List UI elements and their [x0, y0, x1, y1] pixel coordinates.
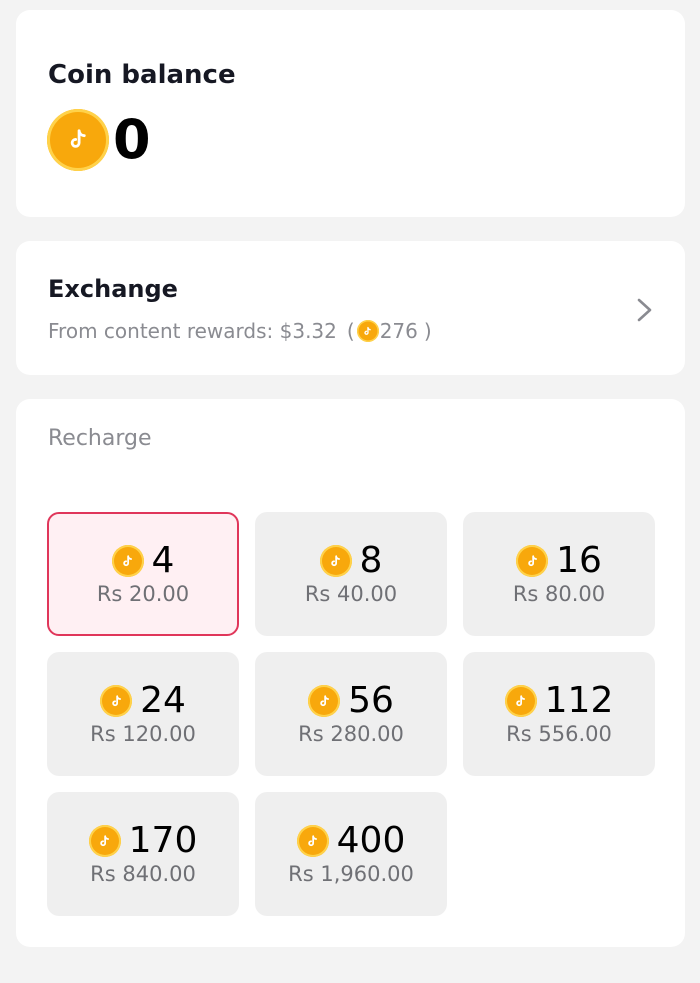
- package-coin-row: 24: [100, 680, 186, 722]
- recharge-package[interactable]: 112 Rs 556.00: [463, 652, 655, 776]
- package-price: Rs 280.00: [298, 722, 404, 747]
- package-coin-row: 56: [308, 680, 394, 722]
- package-price: Rs 1,960.00: [288, 862, 414, 887]
- coin-icon: [47, 109, 109, 171]
- coin-icon: [308, 685, 341, 718]
- package-coin-row: 112: [504, 680, 614, 722]
- package-coin-row: 170: [88, 820, 198, 862]
- exchange-coin-amount: 276: [379, 319, 418, 343]
- package-coin-amount: 8: [359, 540, 383, 582]
- coin-icon: [88, 825, 121, 858]
- package-coin-amount: 112: [544, 680, 614, 722]
- package-coin-amount: 24: [140, 680, 186, 722]
- package-price: Rs 40.00: [304, 582, 398, 607]
- package-coin-amount: 400: [336, 820, 406, 862]
- recharge-package[interactable]: 56 Rs 280.00: [255, 652, 447, 776]
- recharge-packages-grid: 4 Rs 20.00 8 Rs 40.00 16 Rs 80.00 24 Rs …: [47, 512, 655, 916]
- package-coin-amount: 4: [151, 540, 175, 582]
- coin-balance-row: 0: [47, 107, 151, 173]
- coin-icon: [504, 685, 537, 718]
- recharge-package[interactable]: 4 Rs 20.00: [47, 512, 239, 636]
- recharge-package[interactable]: 400 Rs 1,960.00: [255, 792, 447, 916]
- exchange-card[interactable]: Exchange From content rewards: $3.32 ( 2…: [16, 241, 685, 375]
- recharge-package[interactable]: 8 Rs 40.00: [255, 512, 447, 636]
- recharge-title: Recharge: [48, 426, 152, 451]
- exchange-rewards-text: From content rewards: $3.32: [48, 319, 337, 343]
- coin-balance-value: 0: [113, 108, 151, 171]
- coin-icon: [100, 685, 133, 718]
- package-coin-amount: 170: [128, 820, 198, 862]
- package-price: Rs 120.00: [90, 722, 196, 747]
- package-coin-row: 4: [111, 540, 175, 582]
- package-price: Rs 556.00: [506, 722, 612, 747]
- coin-icon: [516, 545, 549, 578]
- coin-icon: [319, 545, 352, 578]
- recharge-package[interactable]: 16 Rs 80.00: [463, 512, 655, 636]
- open-paren: (: [346, 319, 355, 343]
- coin-balance-title: Coin balance: [48, 60, 236, 90]
- package-coin-row: 16: [516, 540, 602, 582]
- package-price: Rs 20.00: [96, 582, 190, 607]
- coin-balance-card: Coin balance 0: [16, 10, 685, 217]
- chevron-right-icon[interactable]: [635, 296, 655, 324]
- package-price: Rs 840.00: [90, 862, 196, 887]
- recharge-package[interactable]: 24 Rs 120.00: [47, 652, 239, 776]
- recharge-package[interactable]: 170 Rs 840.00: [47, 792, 239, 916]
- package-coin-row: 400: [296, 820, 406, 862]
- recharge-card: Recharge 4 Rs 20.00 8 Rs 40.00 16 Rs 80.…: [16, 399, 685, 947]
- package-coin-amount: 56: [348, 680, 394, 722]
- exchange-subtitle: From content rewards: $3.32 ( 276 ): [48, 317, 432, 345]
- coin-icon: [111, 545, 144, 578]
- exchange-title: Exchange: [48, 275, 178, 303]
- coin-icon: [356, 320, 379, 342]
- package-coin-amount: 16: [556, 540, 602, 582]
- close-paren: ): [423, 319, 432, 343]
- package-coin-row: 8: [319, 540, 383, 582]
- coin-icon: [296, 825, 329, 858]
- package-price: Rs 80.00: [512, 582, 606, 607]
